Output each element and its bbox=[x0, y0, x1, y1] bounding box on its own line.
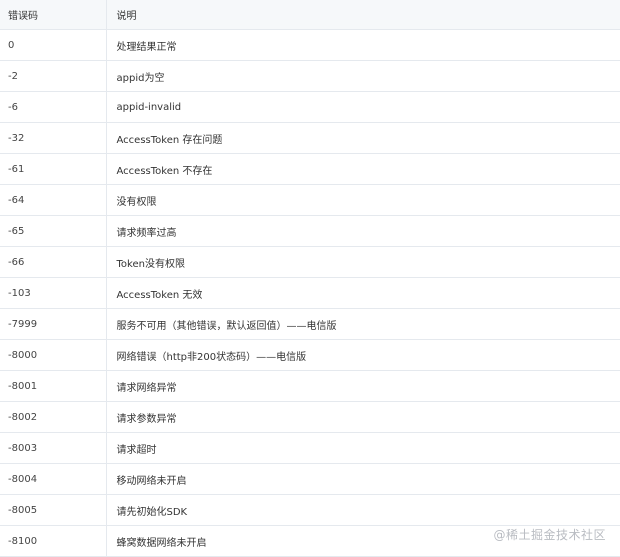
error-code-cell: -2 bbox=[0, 60, 106, 92]
error-code-cell: -66 bbox=[0, 246, 106, 278]
error-code-table: 错误码 说明 0 处理结果正常 -2 appid为空 -6 appid-inva… bbox=[0, 0, 620, 557]
table-row: -103 AccessToken 无效 bbox=[0, 277, 620, 309]
description-cell: 请先初始化SDK bbox=[105, 494, 620, 526]
description-cell: 请求参数异常 bbox=[105, 401, 620, 433]
table-row: -8005 请先初始化SDK bbox=[0, 494, 620, 526]
column-header-description: 说明 bbox=[105, 0, 620, 30]
description-cell: Token没有权限 bbox=[105, 246, 620, 278]
table-row: -8000 网络错误（http非200状态码）——电信版 bbox=[0, 339, 620, 371]
description-cell: 移动网络未开启 bbox=[105, 463, 620, 495]
table-row: -8003 请求超时 bbox=[0, 432, 620, 464]
watermark: @稀土掘金技术社区 bbox=[493, 528, 606, 542]
table-row: -65 请求频率过高 bbox=[0, 215, 620, 247]
error-code-cell: -6 bbox=[0, 91, 106, 123]
error-code-cell: -65 bbox=[0, 215, 106, 247]
description-cell: 请求网络异常 bbox=[105, 370, 620, 402]
description-cell: appid为空 bbox=[105, 60, 620, 92]
error-code-cell: -8002 bbox=[0, 401, 106, 433]
description-cell: AccessToken 存在问题 bbox=[105, 122, 620, 154]
description-cell: 没有权限 bbox=[105, 184, 620, 216]
error-code-cell: -7999 bbox=[0, 308, 106, 340]
error-code-cell: -8004 bbox=[0, 463, 106, 495]
table-row: -61 AccessToken 不存在 bbox=[0, 153, 620, 185]
table-row: 0 处理结果正常 bbox=[0, 29, 620, 61]
table-row: -6 appid-invalid bbox=[0, 91, 620, 123]
table-row: -66 Token没有权限 bbox=[0, 246, 620, 278]
error-code-cell: -8005 bbox=[0, 494, 106, 526]
table-row: -8002 请求参数异常 bbox=[0, 401, 620, 433]
error-code-cell: -61 bbox=[0, 153, 106, 185]
table-row: -8001 请求网络异常 bbox=[0, 370, 620, 402]
table-row: -2 appid为空 bbox=[0, 60, 620, 92]
error-code-cell: -8001 bbox=[0, 370, 106, 402]
description-cell: 请求频率过高 bbox=[105, 215, 620, 247]
description-cell: appid-invalid bbox=[105, 91, 620, 123]
column-header-error-code: 错误码 bbox=[0, 0, 106, 30]
error-code-cell: -8100 bbox=[0, 525, 106, 557]
error-code-cell: 0 bbox=[0, 29, 106, 61]
description-cell: AccessToken 无效 bbox=[105, 277, 620, 309]
description-cell: 网络错误（http非200状态码）——电信版 bbox=[105, 339, 620, 371]
error-code-cell: -8000 bbox=[0, 339, 106, 371]
table-row: -32 AccessToken 存在问题 bbox=[0, 122, 620, 154]
description-cell: 处理结果正常 bbox=[105, 29, 620, 61]
table-row: -64 没有权限 bbox=[0, 184, 620, 216]
description-cell: 服务不可用（其他错误，默认返回值）——电信版 bbox=[105, 308, 620, 340]
table-header-row: 错误码 说明 bbox=[0, 0, 620, 30]
error-code-cell: -8003 bbox=[0, 432, 106, 464]
table-row: -7999 服务不可用（其他错误，默认返回值）——电信版 bbox=[0, 308, 620, 340]
error-code-cell: -103 bbox=[0, 277, 106, 309]
error-code-cell: -32 bbox=[0, 122, 106, 154]
error-code-cell: -64 bbox=[0, 184, 106, 216]
description-cell: AccessToken 不存在 bbox=[105, 153, 620, 185]
description-cell: 请求超时 bbox=[105, 432, 620, 464]
table-row: -8004 移动网络未开启 bbox=[0, 463, 620, 495]
